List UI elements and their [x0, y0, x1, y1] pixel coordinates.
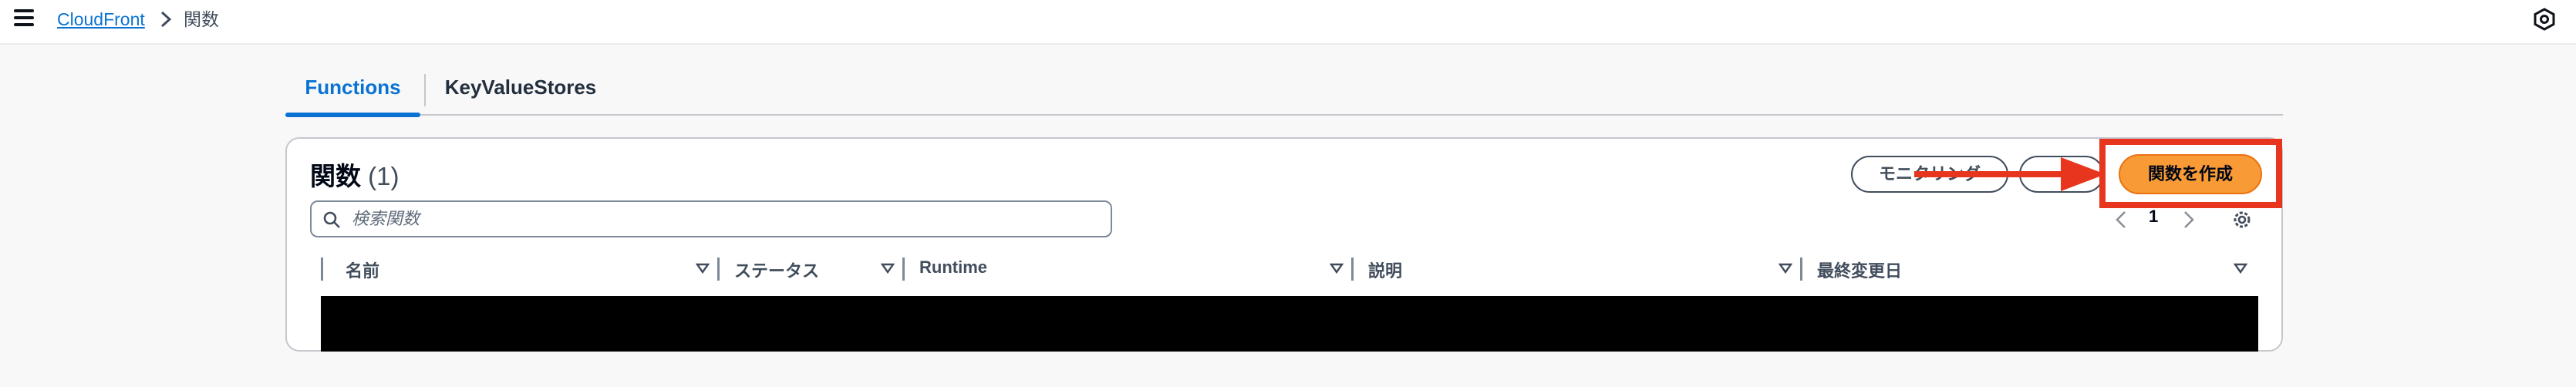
pagination: 1	[2113, 205, 2198, 233]
caret-down-icon[interactable]	[2234, 262, 2247, 274]
breadcrumb-current: 関数	[184, 9, 219, 29]
tab-functions[interactable]: Functions	[285, 66, 420, 117]
gear-icon[interactable]	[2230, 208, 2254, 231]
caret-down-icon[interactable]	[1330, 262, 1344, 274]
caret-down-icon[interactable]	[1779, 262, 1792, 274]
notifications-hexagon-icon[interactable]	[2533, 8, 2556, 31]
monitoring-button[interactable]: モニタリング	[1851, 156, 2008, 193]
caret-down-icon[interactable]	[696, 262, 710, 274]
hamburger-menu-icon[interactable]	[14, 9, 34, 29]
column-divider	[1351, 257, 1354, 281]
panel-count: (1)	[368, 162, 400, 190]
column-header-description[interactable]: 説明	[1368, 257, 1402, 282]
caret-down-icon[interactable]	[881, 262, 895, 274]
tab-list: Functions KeyValueStores	[285, 66, 2283, 117]
panel-title: 関数 (1)	[310, 156, 400, 193]
tab-keyvaluestores[interactable]: KeyValueStores	[440, 66, 602, 116]
column-divider	[717, 257, 720, 281]
table-header: 名前 ステータス Runtime 説明 最終変更日	[321, 254, 2249, 285]
top-navigation-bar: CloudFront 関数	[0, 0, 2576, 45]
column-header-status[interactable]: ステータス	[734, 257, 819, 282]
chevron-right-icon	[160, 11, 172, 28]
redacted-table-row	[321, 296, 2258, 352]
search-icon	[323, 211, 340, 228]
search-field[interactable]	[310, 200, 1112, 237]
chevron-right-icon[interactable]	[2181, 210, 2197, 230]
column-divider	[321, 257, 323, 281]
pagination-page-number[interactable]: 1	[2149, 207, 2158, 227]
chevron-left-icon[interactable]	[2113, 210, 2129, 230]
create-function-button[interactable]: 関数を作成	[2119, 154, 2262, 194]
secondary-action-button[interactable]	[2019, 156, 2104, 193]
column-header-last-modified[interactable]: 最終変更日	[1817, 257, 1902, 282]
functions-panel: 関数 (1) モニタリング 関数を作成 1 名前	[285, 137, 2283, 352]
column-header-name[interactable]: 名前	[346, 257, 379, 282]
panel-title-text: 関数	[310, 162, 361, 190]
search-input[interactable]	[352, 202, 1092, 236]
column-header-runtime[interactable]: Runtime	[919, 257, 987, 278]
column-divider	[902, 257, 905, 281]
breadcrumb-cloudfront-link[interactable]: CloudFront	[57, 8, 145, 31]
tab-divider	[424, 74, 426, 106]
column-divider	[1800, 257, 1802, 281]
